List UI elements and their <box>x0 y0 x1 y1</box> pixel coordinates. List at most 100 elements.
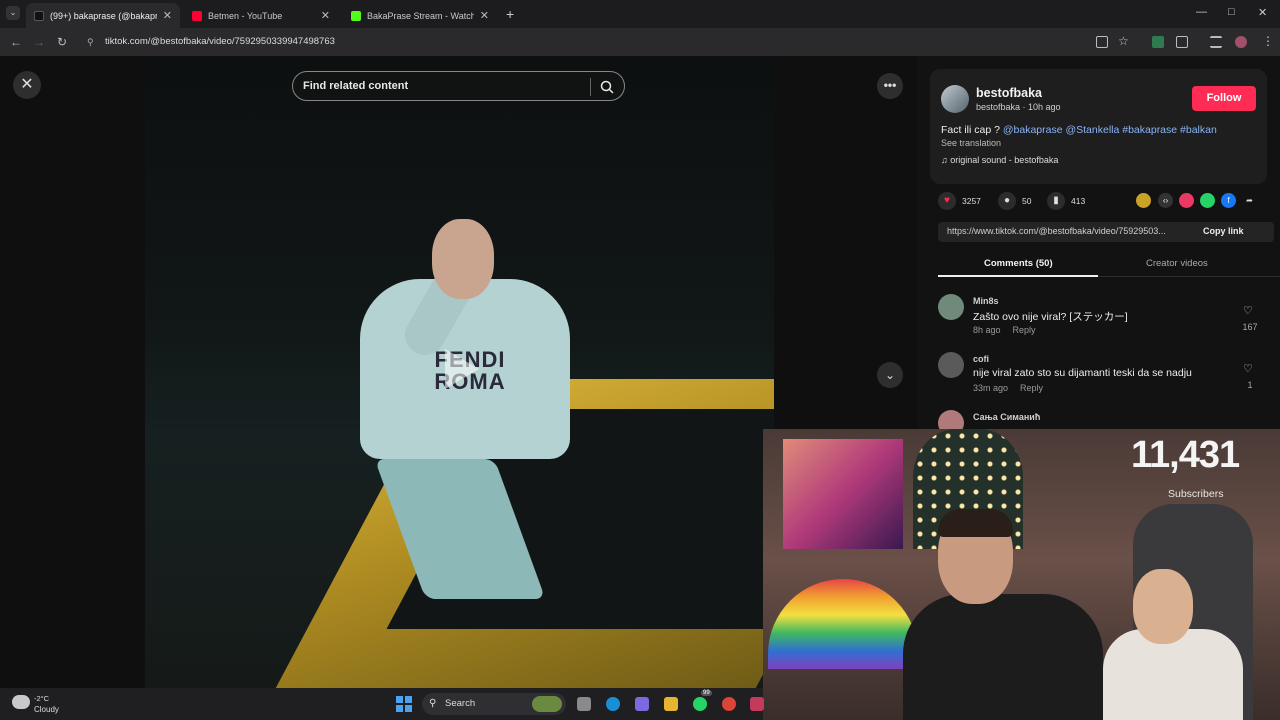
share-pink-icon[interactable] <box>1179 193 1194 208</box>
webcam-guest <box>1103 569 1243 720</box>
extension-green-icon[interactable] <box>1152 36 1164 48</box>
copy-link-button[interactable]: Copy link <box>1203 226 1244 236</box>
find-related-search[interactable]: Find related content <box>292 71 625 101</box>
site-info-icon[interactable]: ⚲ <box>87 32 94 52</box>
share-link-box: https://www.tiktok.com/@bestofbaka/video… <box>938 222 1274 242</box>
next-video-button[interactable]: ⌄ <box>877 362 903 388</box>
url-text: tiktok.com/@bestofbaka/video/75929503399… <box>105 36 335 47</box>
new-tab-button[interactable]: + <box>506 6 514 22</box>
reply-button[interactable]: Reply <box>1013 325 1036 335</box>
close-tab-icon[interactable]: ✕ <box>163 9 172 22</box>
caption-text: Fact ili cap ? <box>941 124 1003 136</box>
follow-button[interactable]: Follow <box>1192 86 1256 111</box>
browser-menu-icon[interactable]: ⋮ <box>1262 34 1274 48</box>
weather-temperature[interactable]: -2°C <box>34 694 49 703</box>
video-person: FENDI ROMA <box>360 199 570 599</box>
taskbar-search[interactable]: ⚲ Search <box>422 693 566 715</box>
comment-like-icon[interactable]: ♡ <box>1243 362 1253 375</box>
sound-label: original sound - bestofbaka <box>950 155 1059 165</box>
close-tab-icon[interactable]: ✕ <box>321 9 330 22</box>
commenter-name[interactable]: Min8s <box>973 296 999 306</box>
bookmark-star-icon[interactable]: ☆ <box>1118 34 1129 48</box>
like-button[interactable]: ♥ 3257 <box>938 191 981 211</box>
notification-badge: 99 <box>701 690 712 696</box>
play-icon[interactable] <box>445 349 479 389</box>
whatsapp-icon[interactable] <box>1200 193 1215 208</box>
tab-label: (99+) bakaprase (@bakaprase) | <box>50 10 157 21</box>
comment-meta: 8h ago Reply <box>973 325 1036 335</box>
close-window-button[interactable]: ✕ <box>1258 6 1267 19</box>
minimize-button[interactable]: — <box>1196 6 1207 18</box>
tab-comments[interactable]: Comments (50) <box>984 258 1053 269</box>
creator-subline: bestofbaka · 10h ago <box>976 102 1061 112</box>
copilot-icon[interactable] <box>635 697 649 711</box>
maximize-button[interactable]: □ <box>1228 6 1235 18</box>
tab-youtube[interactable]: Betmen - YouTube ✕ <box>184 3 338 28</box>
chrome-icon[interactable] <box>722 697 736 711</box>
streamer-hair <box>938 509 1013 537</box>
back-arrow-icon[interactable]: ← <box>10 35 22 49</box>
comment-like-icon[interactable]: ♡ <box>1243 304 1253 317</box>
bookmark-icon: ▮ <box>1047 192 1065 210</box>
comment-count: 50 <box>1022 196 1032 206</box>
panel-tabs: Comments (50) Creator videos <box>938 252 1280 277</box>
extensions-puzzle-icon[interactable] <box>1176 36 1188 48</box>
whatsapp-taskbar-icon[interactable] <box>693 697 707 711</box>
comment-meta: 33m ago Reply <box>973 383 1043 393</box>
webcam-rainbow-decor <box>768 579 918 669</box>
creator-username[interactable]: bestofbaka <box>976 86 1042 100</box>
commenter-name[interactable]: cofi <box>973 354 989 364</box>
close-video-button[interactable]: ✕ <box>13 71 41 99</box>
share-coin-icon[interactable] <box>1136 193 1151 208</box>
facebook-icon[interactable]: f <box>1221 193 1236 208</box>
tab-search-dropdown[interactable]: ⌄ <box>6 6 20 20</box>
install-app-icon[interactable] <box>1096 36 1108 48</box>
weather-condition[interactable]: Cloudy <box>34 705 59 714</box>
subscriber-label: Subscribers <box>1168 488 1224 500</box>
search-icon[interactable] <box>600 80 614 94</box>
webcam-tv-screen <box>783 439 903 549</box>
see-translation-link[interactable]: See translation <box>941 138 1001 148</box>
comment-like-count: 167 <box>1242 322 1258 332</box>
save-button[interactable]: ▮ 413 <box>1047 191 1085 211</box>
like-count: 3257 <box>962 196 981 206</box>
close-tab-icon[interactable]: ✕ <box>480 9 489 22</box>
active-tab-indicator <box>938 275 1098 277</box>
task-view-icon[interactable] <box>577 697 591 711</box>
file-explorer-icon[interactable] <box>664 697 678 711</box>
taskbar-search-label: Search <box>445 698 476 709</box>
comment-time: 33m ago <box>973 383 1009 393</box>
tab-creator-videos[interactable]: Creator videos <box>1146 258 1208 269</box>
video-legs <box>374 459 546 599</box>
tab-tiktok[interactable]: (99+) bakaprase (@bakaprase) | ✕ <box>26 3 180 28</box>
commenter-avatar[interactable] <box>938 294 964 320</box>
tab-label: Betmen - YouTube <box>208 10 283 21</box>
more-options-button[interactable]: ••• <box>877 73 903 99</box>
reload-icon[interactable]: ↻ <box>57 35 67 49</box>
heart-icon: ♥ <box>938 192 956 210</box>
reply-button[interactable]: Reply <box>1020 383 1043 393</box>
sound-link[interactable]: ♫ original sound - bestofbaka <box>941 155 1058 165</box>
subscriber-count: 11,431 <box>1131 434 1240 476</box>
caption-hashtags[interactable]: @bakaprase @Stankella #bakaprase #balkan <box>1003 124 1217 136</box>
app-icon[interactable] <box>750 697 764 711</box>
creator-avatar[interactable] <box>941 85 969 113</box>
cloud-icon[interactable] <box>12 695 30 709</box>
edge-icon[interactable] <box>606 697 620 711</box>
windows-start-icon[interactable] <box>396 696 412 712</box>
share-arrow-icon[interactable]: ➦ <box>1242 193 1257 208</box>
tab-kick[interactable]: BakaPrase Stream - Watch Live ✕ <box>343 3 497 28</box>
forward-arrow-icon[interactable]: → <box>33 35 45 49</box>
embed-icon[interactable]: ‹› <box>1158 193 1173 208</box>
reading-list-icon[interactable] <box>1210 36 1222 48</box>
profile-avatar-icon[interactable] <box>1235 36 1247 48</box>
post-info-card: bestofbaka bestofbaka · 10h ago Follow F… <box>930 69 1267 184</box>
guest-head <box>1133 569 1193 644</box>
comment-button[interactable]: ● 50 <box>998 191 1031 211</box>
commenter-avatar[interactable] <box>938 352 964 378</box>
video-link-text[interactable]: https://www.tiktok.com/@bestofbaka/video… <box>947 226 1192 236</box>
tab-label: BakaPrase Stream - Watch Live <box>367 10 474 21</box>
video-player[interactable]: FENDI ROMA <box>145 59 774 688</box>
address-bar[interactable]: ⚲ tiktok.com/@bestofbaka/video/759295033… <box>79 32 1139 52</box>
commenter-name[interactable]: Сања Симанић <box>973 412 1040 422</box>
